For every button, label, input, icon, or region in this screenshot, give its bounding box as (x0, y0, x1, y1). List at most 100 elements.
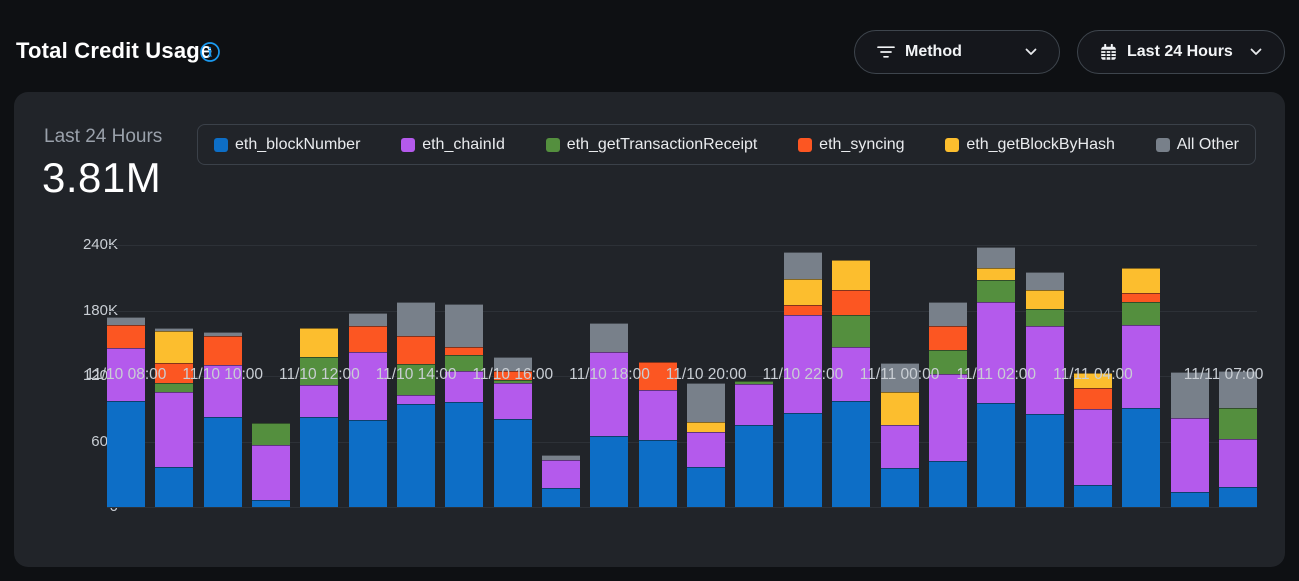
bar-segment-eth_chainId[interactable] (349, 352, 387, 420)
bar-11/11 06:00[interactable] (1171, 372, 1209, 507)
bar-11/10 11:00[interactable] (252, 423, 290, 507)
bar-segment-eth_syncing[interactable] (1074, 388, 1112, 409)
bar-segment-eth_chainId[interactable] (252, 445, 290, 501)
bar-11/11 01:00[interactable] (929, 302, 967, 507)
bar-segment-eth_getBlockByHash[interactable] (155, 331, 193, 363)
bar-11/10 12:00[interactable] (300, 328, 338, 507)
bar-segment-eth_blockNumber[interactable] (590, 436, 628, 507)
bar-segment-eth_chainId[interactable] (397, 395, 435, 405)
bar-segment-All Other[interactable] (929, 302, 967, 326)
bar-segment-eth_syncing[interactable] (349, 326, 387, 352)
bar-segment-eth_getBlockByHash[interactable] (687, 422, 725, 432)
bar-segment-eth_syncing[interactable] (784, 305, 822, 315)
bar-segment-eth_chainId[interactable] (639, 390, 677, 440)
legend-item-All Other[interactable]: All Other (1156, 136, 1239, 154)
bar-segment-eth_syncing[interactable] (445, 347, 483, 356)
bar-segment-eth_chainId[interactable] (1171, 418, 1209, 492)
bar-segment-eth_blockNumber[interactable] (1122, 408, 1160, 507)
bar-segment-All Other[interactable] (349, 313, 387, 326)
time-range-button[interactable]: Last 24 Hours (1077, 30, 1285, 74)
bar-segment-eth_blockNumber[interactable] (881, 468, 919, 507)
legend-item-eth_syncing[interactable]: eth_syncing (798, 136, 904, 154)
bar-11/10 17:00[interactable] (542, 455, 580, 507)
bar-segment-eth_chainId[interactable] (1074, 409, 1112, 485)
bar-segment-eth_chainId[interactable] (784, 315, 822, 413)
bar-segment-eth_getTransactionReceipt[interactable] (977, 280, 1015, 302)
bar-segment-eth_blockNumber[interactable] (735, 425, 773, 507)
bar-11/11 04:00[interactable] (1074, 373, 1112, 507)
bar-segment-eth_blockNumber[interactable] (687, 467, 725, 507)
bar-segment-eth_getTransactionReceipt[interactable] (1219, 408, 1257, 440)
bar-segment-eth_syncing[interactable] (397, 336, 435, 364)
bar-11/11 00:00[interactable] (881, 363, 919, 507)
legend-item-eth_blockNumber[interactable]: eth_blockNumber (214, 136, 360, 154)
bar-segment-eth_getBlockByHash[interactable] (1026, 290, 1064, 310)
bar-segment-eth_getBlockByHash[interactable] (300, 328, 338, 357)
bar-segment-eth_blockNumber[interactable] (929, 461, 967, 507)
bar-segment-All Other[interactable] (590, 323, 628, 352)
bar-segment-All Other[interactable] (107, 317, 145, 325)
bar-11/11 05:00[interactable] (1122, 268, 1160, 507)
bar-segment-eth_blockNumber[interactable] (204, 417, 242, 507)
bar-segment-eth_blockNumber[interactable] (832, 401, 870, 507)
bar-segment-eth_chainId[interactable] (735, 384, 773, 425)
bar-segment-eth_blockNumber[interactable] (445, 402, 483, 507)
bar-11/11 03:00[interactable] (1026, 272, 1064, 507)
bar-segment-eth_blockNumber[interactable] (1074, 485, 1112, 507)
method-filter-button[interactable]: Method (854, 30, 1060, 74)
legend-item-eth_chainId[interactable]: eth_chainId (401, 136, 505, 154)
bar-11/11 07:00[interactable] (1219, 371, 1257, 507)
bar-segment-eth_blockNumber[interactable] (349, 420, 387, 507)
bar-segment-All Other[interactable] (397, 302, 435, 336)
bar-segment-eth_chainId[interactable] (929, 374, 967, 461)
bar-11/10 18:00[interactable] (590, 323, 628, 507)
bar-11/10 20:00[interactable] (687, 383, 725, 507)
bar-segment-All Other[interactable] (687, 383, 725, 422)
bar-segment-eth_chainId[interactable] (1219, 439, 1257, 487)
bar-11/10 09:00[interactable] (155, 328, 193, 507)
bar-segment-All Other[interactable] (1026, 272, 1064, 289)
bar-segment-eth_syncing[interactable] (107, 325, 145, 348)
bar-segment-All Other[interactable] (784, 252, 822, 279)
bar-segment-eth_syncing[interactable] (204, 336, 242, 365)
bar-segment-eth_chainId[interactable] (494, 383, 532, 419)
bar-11/10 14:00[interactable] (397, 302, 435, 507)
bar-segment-eth_blockNumber[interactable] (107, 401, 145, 507)
bar-11/10 13:00[interactable] (349, 313, 387, 507)
bar-segment-eth_getBlockByHash[interactable] (784, 279, 822, 305)
bar-11/10 21:00[interactable] (735, 381, 773, 507)
bar-segment-eth_blockNumber[interactable] (494, 419, 532, 507)
bar-11/10 15:00[interactable] (445, 304, 483, 507)
bar-segment-eth_blockNumber[interactable] (1219, 487, 1257, 507)
bar-segment-eth_chainId[interactable] (977, 302, 1015, 404)
bar-segment-eth_blockNumber[interactable] (784, 413, 822, 507)
bar-segment-eth_chainId[interactable] (542, 460, 580, 488)
bar-segment-All Other[interactable] (445, 304, 483, 347)
bar-segment-eth_chainId[interactable] (881, 425, 919, 468)
bar-segment-eth_getBlockByHash[interactable] (832, 260, 870, 289)
legend-item-eth_getBlockByHash[interactable]: eth_getBlockByHash (945, 136, 1115, 154)
bar-segment-eth_blockNumber[interactable] (155, 467, 193, 507)
bar-segment-eth_blockNumber[interactable] (1026, 414, 1064, 507)
bar-segment-eth_getTransactionReceipt[interactable] (1122, 302, 1160, 325)
bar-segment-eth_chainId[interactable] (155, 392, 193, 466)
bar-segment-eth_getBlockByHash[interactable] (977, 268, 1015, 280)
bar-segment-All Other[interactable] (977, 247, 1015, 268)
bar-segment-eth_chainId[interactable] (590, 352, 628, 436)
bar-segment-eth_blockNumber[interactable] (1171, 492, 1209, 507)
bar-segment-eth_blockNumber[interactable] (639, 440, 677, 507)
bar-segment-eth_getTransactionReceipt[interactable] (1026, 309, 1064, 325)
info-icon[interactable]: i (199, 41, 221, 63)
bar-11/10 10:00[interactable] (204, 332, 242, 507)
bar-segment-eth_getTransactionReceipt[interactable] (832, 315, 870, 347)
bar-segment-eth_blockNumber[interactable] (977, 403, 1015, 507)
bar-segment-eth_chainId[interactable] (687, 432, 725, 467)
bar-segment-eth_blockNumber[interactable] (542, 488, 580, 507)
bar-11/10 08:00[interactable] (107, 317, 145, 507)
bar-segment-eth_blockNumber[interactable] (397, 404, 435, 507)
bar-segment-eth_syncing[interactable] (832, 290, 870, 315)
bar-segment-eth_blockNumber[interactable] (300, 417, 338, 507)
bar-segment-eth_getBlockByHash[interactable] (1122, 268, 1160, 293)
bar-segment-eth_syncing[interactable] (929, 326, 967, 350)
bar-segment-eth_blockNumber[interactable] (252, 500, 290, 507)
